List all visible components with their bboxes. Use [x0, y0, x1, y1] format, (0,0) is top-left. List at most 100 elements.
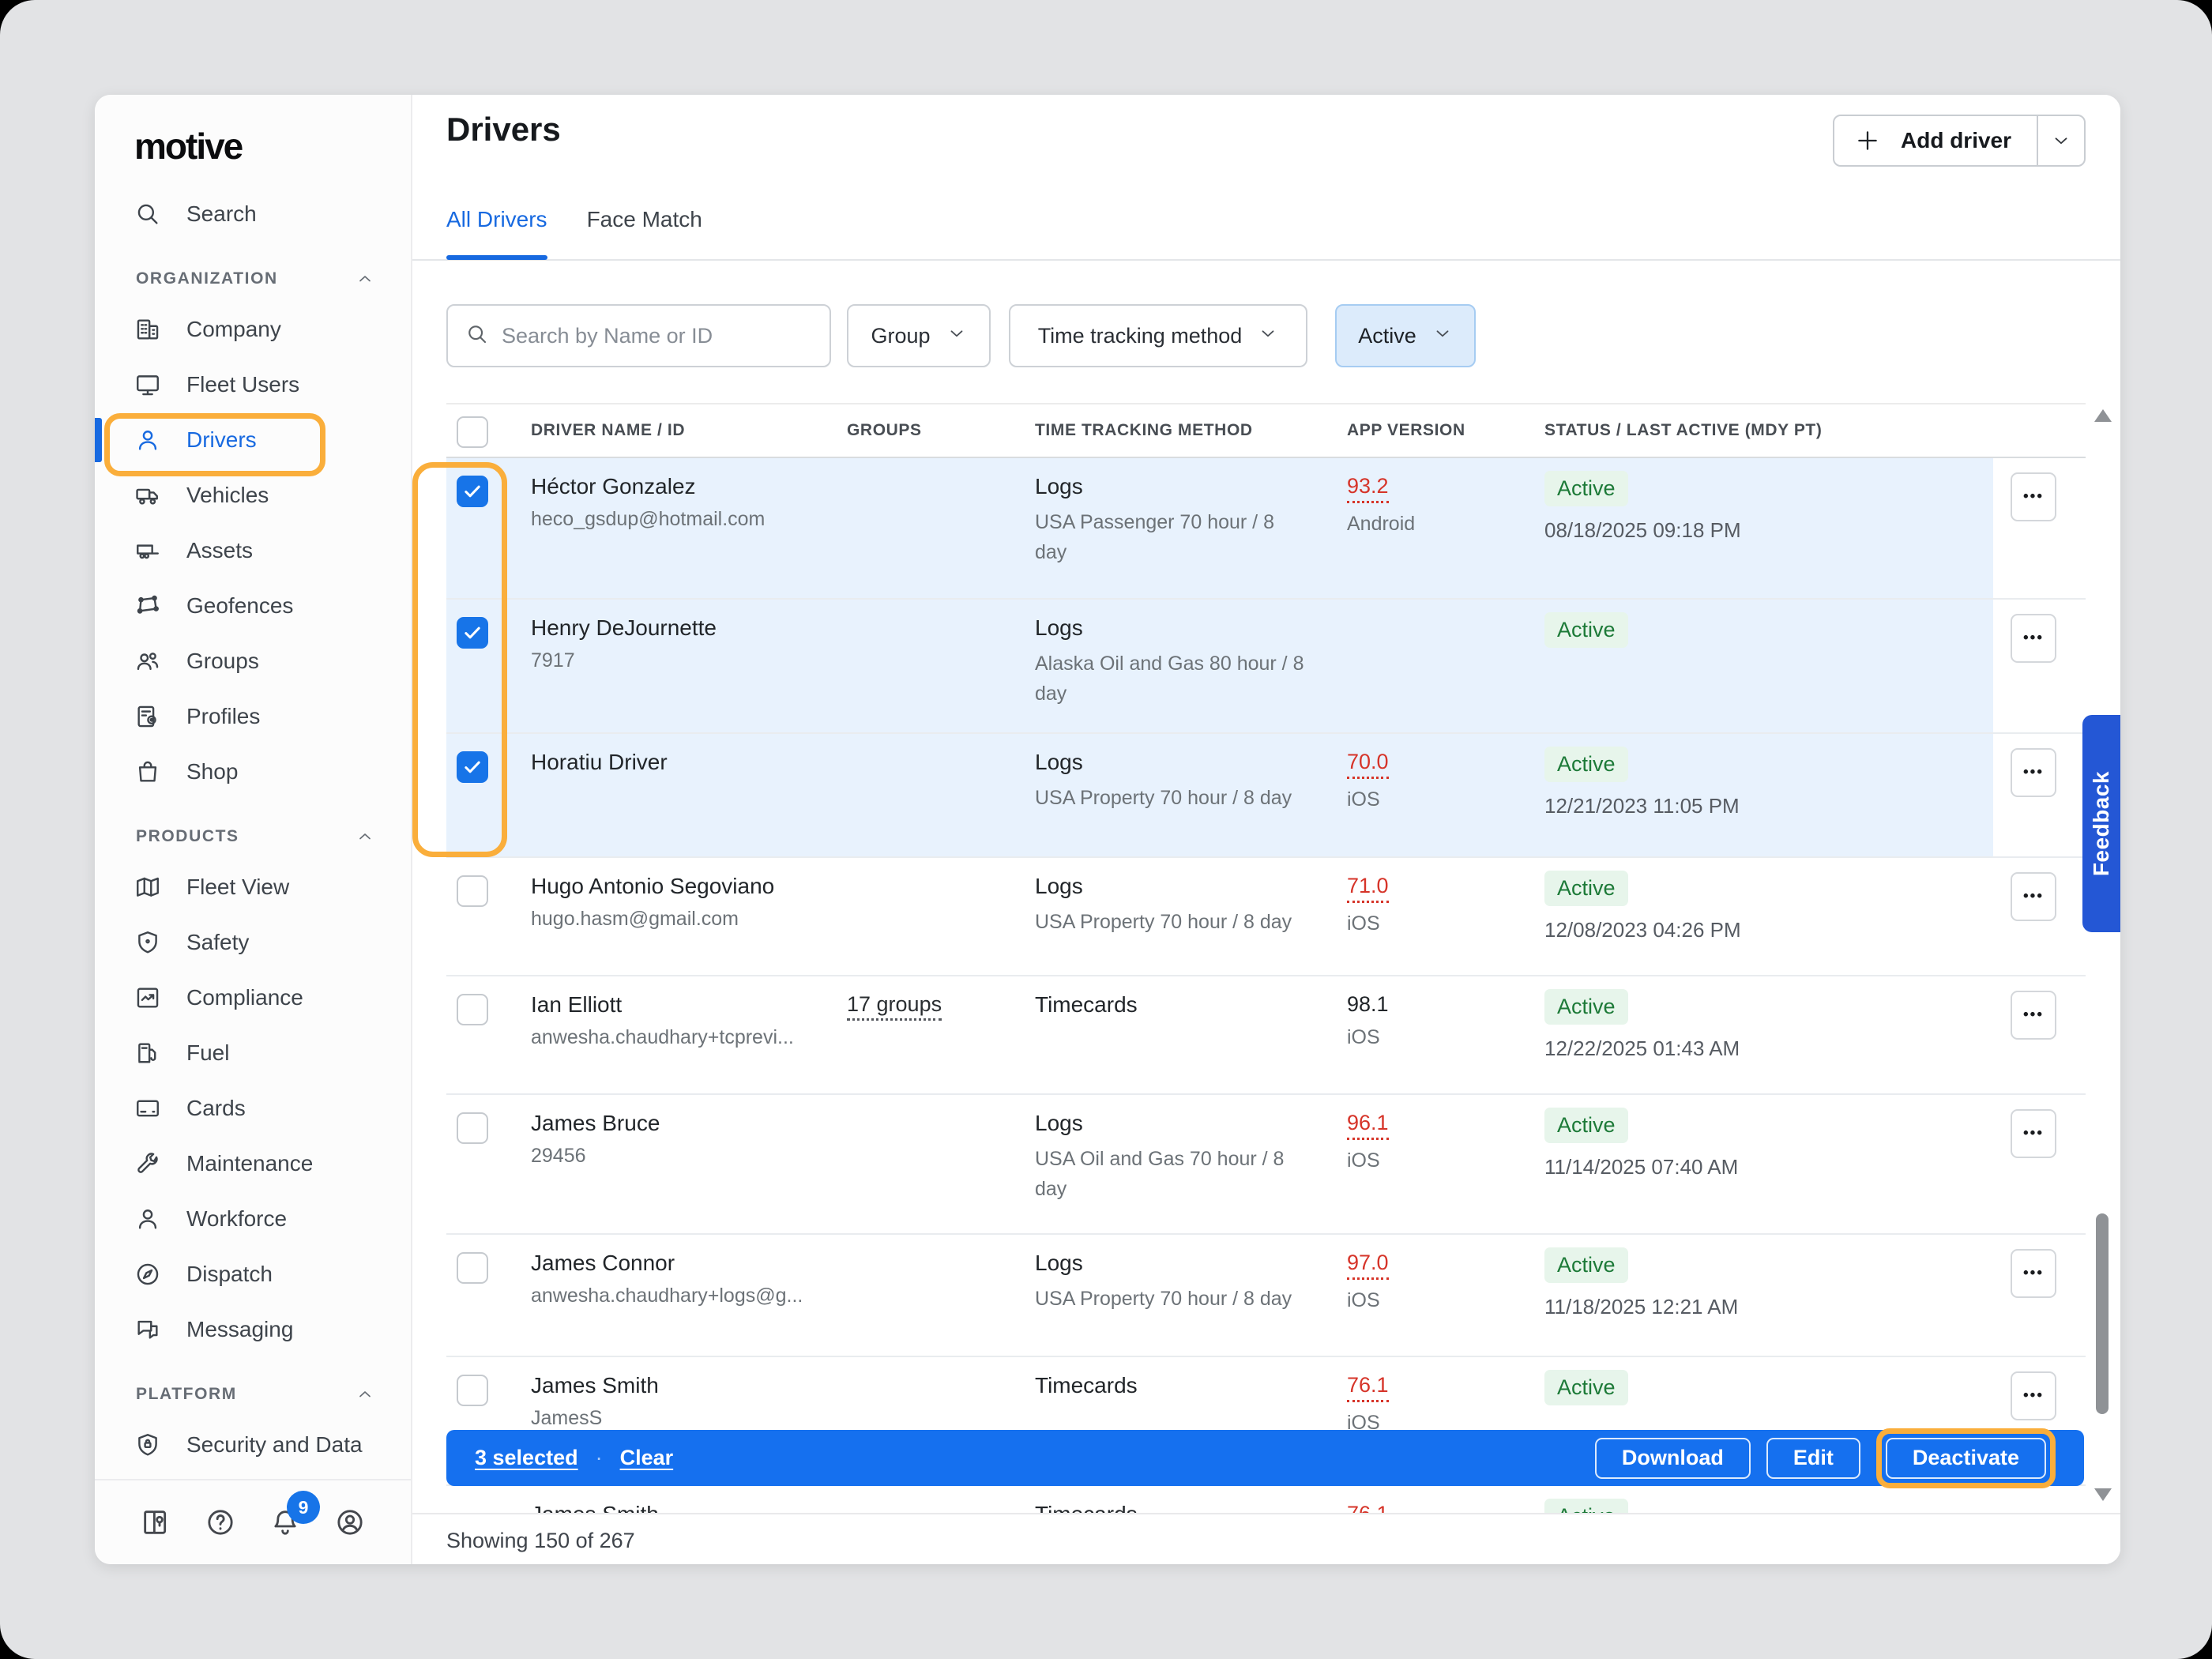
sidebar-item-groups[interactable]: Groups	[95, 634, 411, 689]
groups-cell: 17 groups	[847, 992, 942, 1017]
feedback-tab[interactable]: Feedback	[2082, 715, 2120, 932]
search-field[interactable]	[446, 304, 831, 367]
scroll-down-arrow[interactable]	[2094, 1488, 2112, 1501]
driver-name[interactable]: Hugo Antonio Segoviano	[531, 874, 774, 899]
chevron-down-icon[interactable]	[2038, 130, 2084, 151]
row-checkbox[interactable]	[457, 751, 488, 783]
app-version[interactable]: 96.1	[1347, 1111, 1389, 1140]
driver-id: anwesha.chaudhary+logs@g...	[531, 1285, 803, 1307]
tab-all-drivers[interactable]: All Drivers	[446, 207, 547, 232]
status-filter-dropdown[interactable]: Active	[1335, 304, 1476, 367]
sidebar-item-fleet-view[interactable]: Fleet View	[95, 860, 411, 915]
table-row[interactable]: Héctor Gonzalezheco_gsdup@hotmail.comLog…	[446, 458, 2086, 600]
sidebar-item-profiles[interactable]: Profiles	[95, 689, 411, 744]
scrollbar-thumb[interactable]	[2096, 1213, 2109, 1414]
clear-selection-link[interactable]: Clear	[620, 1446, 674, 1470]
sidebar-item-shop[interactable]: Shop	[95, 744, 411, 799]
driver-name[interactable]: Héctor Gonzalez	[531, 474, 765, 499]
driver-name[interactable]: James Smith	[531, 1373, 659, 1398]
driver-name[interactable]: Henry DeJournette	[531, 615, 717, 641]
app-version[interactable]: 76.1	[1347, 1373, 1389, 1402]
row-actions-menu-button[interactable]: •••	[2011, 1249, 2056, 1298]
sidebar-item-fleet-users[interactable]: Fleet Users	[95, 357, 411, 412]
row-actions-menu-button[interactable]: •••	[2011, 748, 2056, 797]
sidebar-item-geofences[interactable]: Geofences	[95, 578, 411, 634]
row-checkbox[interactable]	[457, 1252, 488, 1284]
sidebar-section-organization[interactable]: ORGANIZATION	[95, 256, 411, 302]
sidebar-item-company[interactable]: Company	[95, 302, 411, 357]
sidebar-item-safety[interactable]: Safety	[95, 915, 411, 970]
row-checkbox[interactable]	[457, 1112, 488, 1144]
edit-button[interactable]: Edit	[1766, 1438, 1860, 1479]
table-row[interactable]: Henry DeJournette7917LogsAlaska Oil and …	[446, 600, 2086, 734]
table-row[interactable]: James SmithTimecards76.1Active	[446, 1486, 2086, 1513]
column-header-app-version[interactable]: APP VERSION	[1347, 421, 1465, 440]
scroll-up-arrow[interactable]	[2094, 409, 2112, 422]
column-header-time-tracking[interactable]: TIME TRACKING METHOD	[1035, 421, 1253, 440]
row-actions-menu-button[interactable]: •••	[2011, 1371, 2056, 1420]
select-all-checkbox[interactable]	[457, 416, 488, 448]
row-checkbox[interactable]	[457, 1375, 488, 1406]
driver-name[interactable]: Horatiu Driver	[531, 750, 668, 775]
sidebar-item-vehicles[interactable]: Vehicles	[95, 468, 411, 523]
driver-name[interactable]: James Bruce	[531, 1111, 660, 1136]
sidebar-item-cards[interactable]: Cards	[95, 1081, 411, 1136]
deactivate-button[interactable]: Deactivate	[1886, 1438, 2046, 1479]
table-row[interactable]: Horatiu DriverLogsUSA Property 70 hour /…	[446, 734, 2086, 858]
column-header-groups[interactable]: GROUPS	[847, 421, 922, 440]
tab-face-match[interactable]: Face Match	[587, 207, 702, 232]
table-row[interactable]: James Bruce29456LogsUSA Oil and Gas 70 h…	[446, 1095, 2086, 1235]
app-version[interactable]: 97.0	[1347, 1251, 1389, 1280]
row-actions-menu-button[interactable]: •••	[2011, 614, 2056, 663]
row-checkbox[interactable]	[457, 617, 488, 649]
table-row[interactable]: Hugo Antonio Segovianohugo.hasm@gmail.co…	[446, 858, 2086, 976]
time-tracking-filter-dropdown[interactable]: Time tracking method	[1009, 304, 1307, 367]
search-input[interactable]	[502, 324, 812, 348]
add-driver-button[interactable]: Add driver	[1833, 115, 2086, 167]
row-actions-menu-button[interactable]: •••	[2011, 472, 2056, 521]
sidebar-item-drivers[interactable]: Drivers	[95, 412, 411, 468]
bell-icon[interactable]: 9	[269, 1507, 301, 1538]
driver-name[interactable]: James Smith	[531, 1502, 659, 1513]
sidebar-item-label: Dispatch	[186, 1262, 273, 1287]
app-version[interactable]: 70.0	[1347, 750, 1389, 779]
selected-count-link[interactable]: 3 selected	[475, 1446, 578, 1470]
download-button[interactable]: Download	[1595, 1438, 1751, 1479]
row-actions-menu-button[interactable]: •••	[2011, 872, 2056, 921]
sidebar-section-products[interactable]: PRODUCTS	[95, 814, 411, 860]
driver-name[interactable]: James Connor	[531, 1251, 803, 1276]
row-actions-menu-button[interactable]: •••	[2011, 991, 2056, 1040]
sidebar-item-security-and-data[interactable]: Security and Data	[95, 1417, 411, 1473]
sidebar-section-platform[interactable]: PLATFORM	[95, 1371, 411, 1417]
avatar-icon[interactable]	[334, 1507, 366, 1538]
sidebar-footer: 9	[95, 1479, 411, 1564]
table-row[interactable]: Ian Elliottanwesha.chaudhary+tcprevi...1…	[446, 976, 2086, 1095]
sidebar-item-search[interactable]: Search	[95, 186, 411, 242]
sidebar-item-label: Workforce	[186, 1206, 287, 1232]
card-icon	[134, 1095, 161, 1122]
driver-name-cell: James Smith	[531, 1502, 659, 1513]
app-version[interactable]: 93.2	[1347, 474, 1389, 503]
help-icon[interactable]	[205, 1507, 236, 1538]
sidebar-item-compliance[interactable]: Compliance	[95, 970, 411, 1025]
sidebar-item-fuel[interactable]: Fuel	[95, 1025, 411, 1081]
row-checkbox[interactable]	[457, 476, 488, 507]
groups-link[interactable]: 17 groups	[847, 992, 942, 1021]
sidebar-item-maintenance[interactable]: Maintenance	[95, 1136, 411, 1191]
app-version[interactable]: 71.0	[1347, 874, 1389, 903]
sidebar-item-dispatch[interactable]: Dispatch	[95, 1247, 411, 1302]
sidebar-item-assets[interactable]: Assets	[95, 523, 411, 578]
group-filter-dropdown[interactable]: Group	[847, 304, 991, 367]
row-checkbox[interactable]	[457, 994, 488, 1025]
sidebar-item-messaging[interactable]: Messaging	[95, 1302, 411, 1357]
column-header-status[interactable]: STATUS / LAST ACTIVE (MDY PT)	[1544, 421, 1822, 440]
table-row[interactable]: James Connoranwesha.chaudhary+logs@g...L…	[446, 1235, 2086, 1357]
tracking-method: Logs	[1035, 750, 1319, 775]
row-actions-menu-button[interactable]: •••	[2011, 1109, 2056, 1158]
column-header-driver-name[interactable]: DRIVER NAME / ID	[531, 421, 685, 440]
row-checkbox[interactable]	[457, 875, 488, 907]
app-version[interactable]: 76.1	[1347, 1502, 1389, 1513]
guide-icon[interactable]	[140, 1507, 171, 1538]
sidebar-item-workforce[interactable]: Workforce	[95, 1191, 411, 1247]
driver-name[interactable]: Ian Elliott	[531, 992, 794, 1018]
